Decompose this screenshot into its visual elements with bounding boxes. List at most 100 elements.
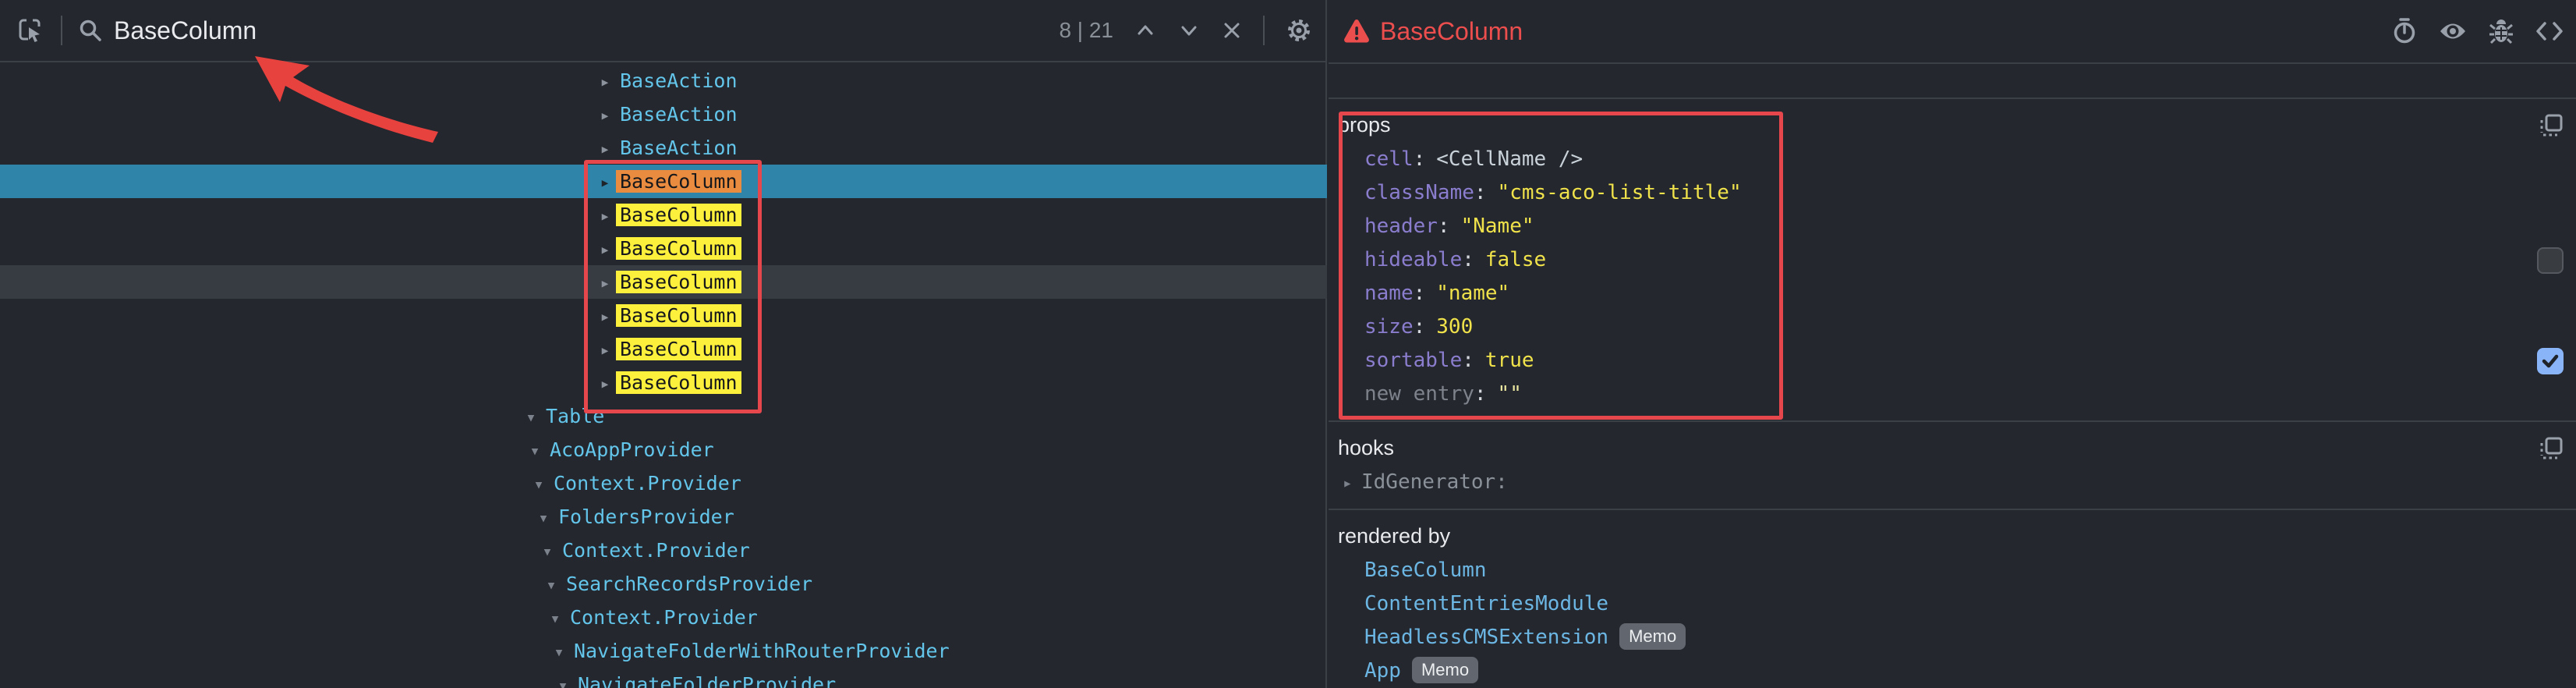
collapse-arrow-icon[interactable]: ▾ [537,535,557,569]
tree-row-label: Context.Provider [562,539,750,562]
tree-row-baseaction[interactable]: ▸BaseAction [0,98,1327,131]
inspect-element-icon[interactable] [17,17,44,44]
tree-row-basecolumn[interactable]: ▸BaseColumn [0,299,1327,332]
tree-row-context-provider[interactable]: ▾Context.Provider [0,534,1327,567]
tree-row-label: BaseAction [620,69,738,92]
collapse-arrow-icon[interactable]: ▾ [541,569,561,602]
tree-row-basecolumn[interactable]: ▸BaseColumn [0,198,1327,232]
toolbar-divider [61,16,62,45]
suspend-timer-icon[interactable] [2392,18,2417,44]
rendered-by-link[interactable]: BaseColumn [1364,559,1487,582]
prop-row-name: name: "name" [1329,277,2576,310]
props-section-label: props [1329,107,2576,143]
tree-row-table[interactable]: ▾Table [0,399,1327,433]
tree-row-context-provider[interactable]: ▾Context.Provider [0,601,1327,634]
tree-row-label: BaseColumn [616,271,741,293]
hook-row-idgenerator[interactable]: ▸IdGenerator: [1329,466,2576,499]
tree-row-basecolumn[interactable]: ▸BaseColumn [0,265,1327,299]
copy-hooks-icon[interactable] [2539,436,2564,461]
prop-key[interactable]: className [1364,181,1474,204]
clear-search-icon[interactable] [1221,20,1243,41]
rendered-by-row-contententriesmodule: ContentEntriesModule [1329,587,2576,621]
search-result-count: 8 | 21 [1059,18,1113,43]
prop-value[interactable]: true [1485,349,1534,372]
tree-row-label: BaseColumn [616,170,741,193]
prop-key[interactable]: header [1364,215,1438,238]
prop-key[interactable]: cell [1364,147,1414,171]
collapse-arrow-icon[interactable]: ▾ [553,669,573,688]
prop-key[interactable]: hideable [1364,248,1462,271]
tree-row-navigatefolderwithrouterprovider[interactable]: ▾NavigateFolderWithRouterProvider [0,634,1327,668]
hooks-section-label: hooks [1329,430,2576,466]
collapse-arrow-icon[interactable]: ▾ [549,636,569,669]
tree-row-basecolumn[interactable]: ▸BaseColumn [0,165,1327,198]
prop-value[interactable]: "name" [1436,282,1509,305]
settings-gear-icon[interactable] [1285,16,1313,44]
tree-row-baseaction[interactable]: ▸BaseAction [0,64,1327,98]
rendered-by-link[interactable]: ContentEntriesModule [1364,592,1608,615]
copy-props-icon[interactable] [2539,113,2564,138]
prop-boolean-checkbox-unchecked[interactable] [2537,247,2564,274]
rendered-by-row-basecolumn: BaseColumn [1329,554,2576,587]
search-input[interactable] [114,16,816,45]
prop-value[interactable]: 300 [1436,315,1473,339]
expand-arrow-icon[interactable]: ▸ [595,267,615,300]
collapse-arrow-icon[interactable]: ▾ [525,434,545,468]
collapse-arrow-icon[interactable]: ▾ [521,401,541,434]
inspect-dom-icon[interactable] [2439,20,2467,43]
expand-arrow-icon[interactable]: ▸ [595,233,615,267]
prop-value[interactable]: false [1485,248,1546,271]
expand-arrow-icon[interactable]: ▸ [595,367,615,401]
tree-row-label: Context.Provider [554,472,741,495]
prev-result-icon[interactable] [1134,19,1157,42]
expand-arrow-icon[interactable]: ▸ [595,166,615,200]
rendered-by-link[interactable]: App [1364,659,1401,683]
tree-row-basecolumn[interactable]: ▸BaseColumn [0,366,1327,399]
next-result-icon[interactable] [1177,19,1201,42]
search-icon [78,18,103,43]
tree-row-label: BaseColumn [616,371,741,394]
collapse-arrow-icon[interactable]: ▾ [533,502,554,535]
expand-arrow-icon[interactable]: ▸ [595,300,615,334]
error-warning-icon [1343,18,1371,44]
expand-arrow-icon[interactable]: ▸ [595,334,615,367]
tree-row-basecolumn[interactable]: ▸BaseColumn [0,232,1327,265]
collapse-arrow-icon[interactable]: ▾ [529,468,549,502]
prop-row-cell: cell:<CellName /> [1329,143,2576,176]
tree-row-navigatefolderprovider[interactable]: ▾NavigateFolderProvider [0,668,1327,688]
prop-row-className: className:"cms-aco-list-title" [1329,176,2576,210]
rendered-by-link[interactable]: HeadlessCMSExtension [1364,626,1608,649]
tree-row-acoappprovider[interactable]: ▾AcoAppProvider [0,433,1327,466]
tree-row-baseaction[interactable]: ▸BaseAction [0,131,1327,165]
selected-component-title: BaseColumn [1380,17,1523,46]
prop-value[interactable]: "cms-aco-list-title" [1498,181,1742,204]
prop-value[interactable]: "" [1498,382,1522,406]
expand-arrow-icon[interactable]: ▸ [595,133,615,166]
tree-row-searchrecordsprovider[interactable]: ▾SearchRecordsProvider [0,567,1327,601]
prop-key[interactable]: name [1364,282,1414,305]
debug-log-icon[interactable] [2489,18,2514,44]
tree-row-label: BaseColumn [616,338,741,360]
hooks-section: hooks ▸IdGenerator: [1329,422,2576,510]
tree-row-label: BaseColumn [616,204,741,226]
tree-row-basecolumn[interactable]: ▸BaseColumn [0,332,1327,366]
prop-colon: : [1414,282,1426,305]
view-source-icon[interactable] [2535,20,2564,43]
expand-arrow-icon[interactable]: ▸ [595,66,615,99]
tree-row-foldersprovider[interactable]: ▾FoldersProvider [0,500,1327,534]
prop-value[interactable]: "Name" [1461,215,1534,238]
prop-boolean-checkbox-checked[interactable] [2537,348,2564,374]
prop-value[interactable]: <CellName /> [1436,147,1583,171]
expand-arrow-icon[interactable]: ▸ [1343,466,1361,500]
collapse-arrow-icon[interactable]: ▾ [545,602,565,636]
expand-arrow-icon[interactable]: ▸ [595,200,615,233]
expand-arrow-icon[interactable]: ▸ [595,99,615,133]
tree-row-context-provider[interactable]: ▾Context.Provider [0,466,1327,500]
tree-row-label: Context.Provider [570,606,758,629]
prop-row-new-entry: new entry:"" [1329,378,2576,411]
prop-row-header: header:"Name" [1329,210,2576,243]
prop-key[interactable]: sortable [1364,349,1462,372]
tree-row-label: FoldersProvider [558,505,734,528]
prop-key[interactable]: new entry [1364,382,1474,406]
prop-key[interactable]: size [1364,315,1414,339]
